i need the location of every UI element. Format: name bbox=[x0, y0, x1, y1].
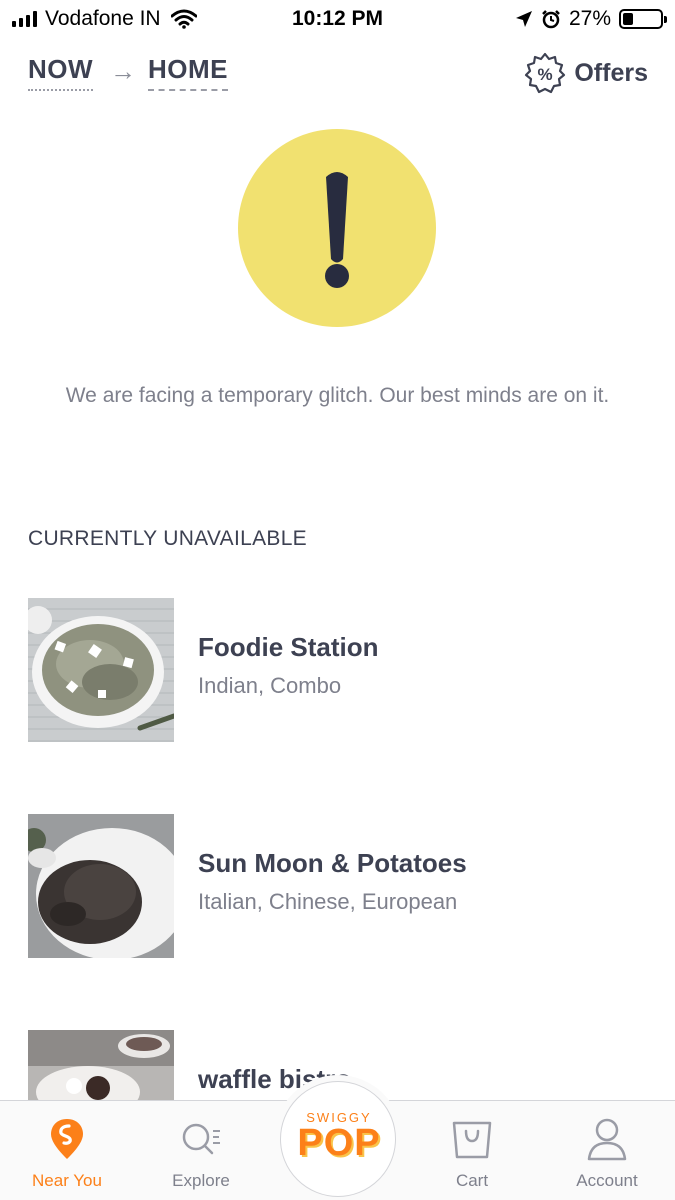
discount-badge-icon: % bbox=[525, 52, 566, 94]
alarm-icon bbox=[542, 10, 560, 29]
battery-icon bbox=[619, 9, 667, 29]
restaurant-image bbox=[28, 814, 174, 958]
battery-percent: 27% bbox=[568, 7, 611, 30]
swiggy-logo-icon bbox=[51, 1119, 83, 1159]
swiggy-pop-button[interactable]: SWIGGY POP bbox=[280, 1081, 396, 1197]
restaurant-cuisine: Italian, Chinese, European bbox=[198, 889, 458, 914]
status-bar: Vodafone IN 10:12 PM 27% bbox=[0, 0, 675, 40]
header: NOW → HOME % Offers bbox=[28, 52, 648, 96]
pop-big-label: POP bbox=[297, 1122, 381, 1164]
error-message: We are facing a temporary glitch. Our be… bbox=[65, 384, 610, 407]
battery-level bbox=[623, 13, 633, 25]
exclamation-icon bbox=[238, 129, 436, 327]
nav-label: Explore bbox=[172, 1171, 230, 1190]
restaurant-name: Sun Moon & Potatoes bbox=[198, 848, 467, 878]
offers-label: Offers bbox=[574, 58, 648, 87]
nav-label: Near You bbox=[32, 1171, 102, 1190]
nav-account[interactable]: Account bbox=[552, 1101, 662, 1200]
location-home[interactable]: HOME bbox=[148, 54, 228, 91]
bottom-nav: Near You Explore SWIGGY POP Cart Account bbox=[0, 1081, 675, 1200]
nav-label: Account bbox=[576, 1171, 638, 1190]
svg-text:%: % bbox=[538, 65, 553, 84]
restaurant-image bbox=[28, 598, 174, 742]
location-now[interactable]: NOW bbox=[28, 54, 94, 91]
arrow-right-icon: → bbox=[110, 56, 136, 86]
restaurant-cuisine: Indian, Combo bbox=[198, 673, 342, 698]
offers-button[interactable]: % Offers bbox=[524, 52, 648, 94]
nav-explore[interactable]: Explore bbox=[146, 1101, 256, 1200]
restaurant-image bbox=[28, 1030, 174, 1100]
nav-cart[interactable]: Cart bbox=[417, 1101, 527, 1200]
section-title: CURRENTLY UNAVAILABLE bbox=[28, 527, 307, 550]
location-arrow-icon bbox=[515, 11, 532, 27]
restaurant-card[interactable]: Sun Moon & Potatoes Italian, Chinese, Eu… bbox=[28, 814, 648, 960]
bag-icon bbox=[452, 1121, 492, 1159]
search-icon bbox=[182, 1123, 220, 1155]
restaurant-name: Foodie Station bbox=[198, 632, 379, 662]
restaurant-card[interactable]: Foodie Station Indian, Combo bbox=[28, 598, 648, 744]
person-icon bbox=[587, 1118, 627, 1161]
nav-near-you[interactable]: Near You bbox=[12, 1101, 122, 1200]
nav-label: Cart bbox=[455, 1171, 489, 1190]
